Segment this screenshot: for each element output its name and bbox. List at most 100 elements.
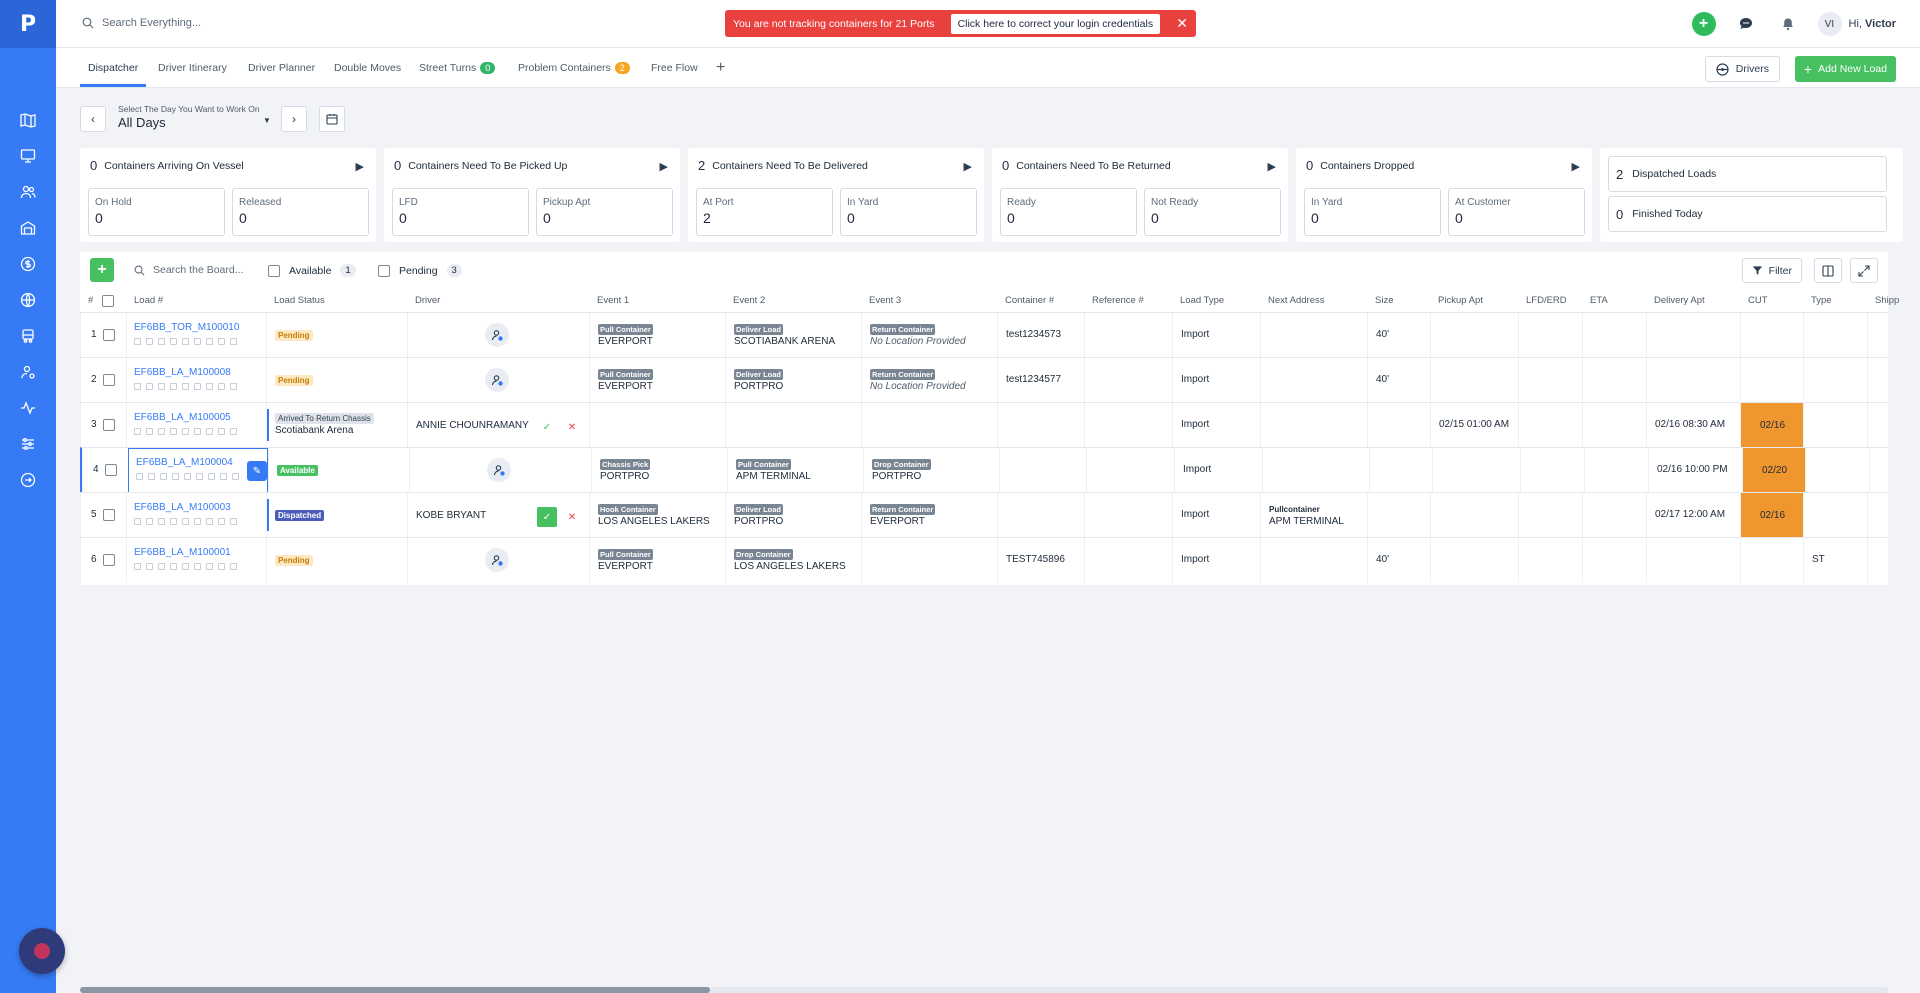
row-checkbox[interactable] xyxy=(103,374,115,386)
cell-reference[interactable] xyxy=(1084,538,1172,583)
available-checkbox[interactable] xyxy=(268,264,280,277)
cell-delivery-apt[interactable] xyxy=(1646,538,1740,583)
avatar[interactable]: VI xyxy=(1817,12,1842,36)
dispatched-loads-box[interactable]: 2 Dispatched Loads xyxy=(1608,156,1887,192)
cell-container[interactable]: TEST745896 xyxy=(997,538,1084,583)
cell-type[interactable]: ST xyxy=(1803,538,1867,583)
column-header-event3[interactable]: Event 3 xyxy=(869,290,901,312)
cell-eta[interactable] xyxy=(1584,448,1648,493)
global-search[interactable]: Search Everything... xyxy=(82,17,201,29)
summary-card[interactable]: 0 Containers Arriving On Vessel ▶ On Hold 0 R… xyxy=(80,148,376,242)
cell-driver[interactable]: ANNIE CHOUNRAMANY ✓ ✕ xyxy=(407,403,589,448)
summary-sub-box[interactable]: Released 0 xyxy=(232,188,369,236)
table-row[interactable]: 5 EF6BB_LA_M100003 Dispatched KOBE BRYANT ✓ ✕… xyxy=(80,492,1888,538)
cell-eta[interactable] xyxy=(1582,493,1646,538)
cell-event2[interactable]: Deliver Load PORTPRO xyxy=(725,493,861,538)
cell-event2[interactable] xyxy=(725,403,861,448)
cell-load-type[interactable]: Import xyxy=(1172,358,1260,403)
monitor-icon[interactable] xyxy=(18,146,38,166)
table-row[interactable]: 4 EF6BB_LA_M100004 ✎ Available Chassis Pick P… xyxy=(80,447,1888,493)
cell-num[interactable]: 3 xyxy=(80,403,126,448)
portpro-logo[interactable]: P xyxy=(0,0,56,48)
cell-delivery-apt[interactable] xyxy=(1646,313,1740,358)
cell-type[interactable] xyxy=(1803,493,1867,538)
cell-shipper[interactable] xyxy=(1867,358,1888,403)
cell-load-type[interactable]: Import xyxy=(1172,313,1260,358)
cell-driver[interactable]: KOBE BRYANT ✓ ✕ xyxy=(407,493,589,538)
logout-icon[interactable] xyxy=(18,470,38,490)
row-checkbox[interactable] xyxy=(105,464,117,476)
table-row[interactable]: 2 EF6BB_LA_M100008 Pending Pull Container EV… xyxy=(80,357,1888,403)
tab-double-moves[interactable]: Double Moves xyxy=(334,62,401,74)
column-header-reference[interactable]: Reference # xyxy=(1092,290,1144,312)
cell-pickup-apt[interactable] xyxy=(1430,538,1518,583)
cell-type[interactable] xyxy=(1803,313,1867,358)
user-settings-icon[interactable] xyxy=(18,362,38,382)
cell-driver[interactable] xyxy=(407,358,589,403)
column-header-pickup-apt[interactable]: Pickup Apt xyxy=(1438,290,1483,312)
board-search[interactable]: Search the Board... xyxy=(134,264,243,276)
cell-event2[interactable]: Deliver Load PORTPRO xyxy=(725,358,861,403)
caret-right-icon[interactable]: ▶ xyxy=(356,160,364,173)
cell-next-address[interactable] xyxy=(1260,403,1367,448)
load-number-link[interactable]: EF6BB_LA_M100004 xyxy=(136,457,233,468)
column-header-next-address[interactable]: Next Address xyxy=(1268,290,1325,312)
caret-right-icon[interactable]: ▶ xyxy=(1268,160,1276,173)
users-icon[interactable] xyxy=(18,182,38,202)
cell-status[interactable]: Pending xyxy=(266,313,407,358)
cell-event2[interactable]: Drop Container LOS ANGELES LAKERS xyxy=(725,538,861,583)
cell-size[interactable] xyxy=(1367,403,1430,448)
horizontal-scrollbar[interactable] xyxy=(80,987,1888,993)
summary-sub-box[interactable]: On Hold 0 xyxy=(88,188,225,236)
cell-next-address[interactable] xyxy=(1262,448,1369,493)
add-row-button[interactable]: + xyxy=(90,258,114,282)
board-search-input[interactable]: Search the Board... xyxy=(153,264,243,276)
cell-size[interactable]: 40' xyxy=(1367,313,1430,358)
column-header-driver[interactable]: Driver xyxy=(415,290,440,312)
drivers-button[interactable]: Drivers xyxy=(1704,56,1780,82)
available-filter[interactable]: Available 1 xyxy=(268,264,356,277)
summary-sub-box[interactable]: In Yard 0 xyxy=(840,188,977,236)
load-number-link[interactable]: EF6BB_LA_M100005 xyxy=(134,412,231,423)
accept-driver-button[interactable]: ✓ xyxy=(537,417,557,437)
table-row[interactable]: 1 EF6BB_TOR_M100010 Pending Pull Container E… xyxy=(80,312,1888,358)
cell-container[interactable] xyxy=(997,403,1084,448)
day-selector[interactable]: Select The Day You Want to Work On All D… xyxy=(118,104,271,130)
globe-icon[interactable] xyxy=(18,290,38,310)
cell-shipper[interactable] xyxy=(1867,313,1888,358)
cell-event3[interactable]: Drop Container PORTPRO xyxy=(863,448,999,493)
chat-launcher-button[interactable] xyxy=(19,928,65,974)
load-number-link[interactable]: EF6BB_LA_M100008 xyxy=(134,367,231,378)
cell-status[interactable]: Available xyxy=(268,448,409,493)
finished-today-box[interactable]: 0 Finished Today xyxy=(1608,196,1887,232)
cell-pickup-apt[interactable] xyxy=(1430,313,1518,358)
pending-checkbox[interactable] xyxy=(378,264,390,277)
table-row[interactable]: 3 EF6BB_LA_M100005 Arrived To Return Chass… xyxy=(80,402,1888,448)
scrollbar-thumb[interactable] xyxy=(80,987,710,993)
cell-next-address[interactable] xyxy=(1260,358,1367,403)
fix-credentials-button[interactable]: Click here to correct your login credent… xyxy=(950,13,1161,34)
alert-close-icon[interactable]: ✕ xyxy=(1176,15,1188,32)
row-checkbox[interactable] xyxy=(103,329,115,341)
columns-toggle-button[interactable] xyxy=(1814,258,1842,283)
pending-filter[interactable]: Pending 3 xyxy=(378,264,462,277)
cell-num[interactable]: 5 xyxy=(80,493,126,538)
caret-right-icon[interactable]: ▶ xyxy=(1572,160,1580,173)
cell-load[interactable]: EF6BB_LA_M100008 xyxy=(126,358,266,403)
column-header-size[interactable]: Size xyxy=(1375,290,1393,312)
cell-reference[interactable] xyxy=(1086,448,1174,493)
summary-sub-box[interactable]: At Port 2 xyxy=(696,188,833,236)
cell-size[interactable]: 40' xyxy=(1367,538,1430,583)
cell-driver[interactable] xyxy=(409,448,591,493)
cell-event1[interactable]: Hook Container LOS ANGELES LAKERS xyxy=(589,493,725,538)
column-header-cut[interactable]: CUT xyxy=(1748,290,1768,312)
cell-lfd-erd[interactable] xyxy=(1520,448,1584,493)
assign-driver-icon[interactable] xyxy=(485,548,509,572)
cell-event1[interactable]: Pull Container EVERPORT xyxy=(589,538,725,583)
cell-cut[interactable]: 02/16 xyxy=(1740,403,1803,448)
cell-event3[interactable]: Return Container EVERPORT xyxy=(861,493,997,538)
cell-type[interactable] xyxy=(1805,448,1869,493)
cell-status[interactable]: Pending xyxy=(266,538,407,583)
map-icon[interactable] xyxy=(18,110,38,130)
assign-driver-icon[interactable] xyxy=(485,368,509,392)
